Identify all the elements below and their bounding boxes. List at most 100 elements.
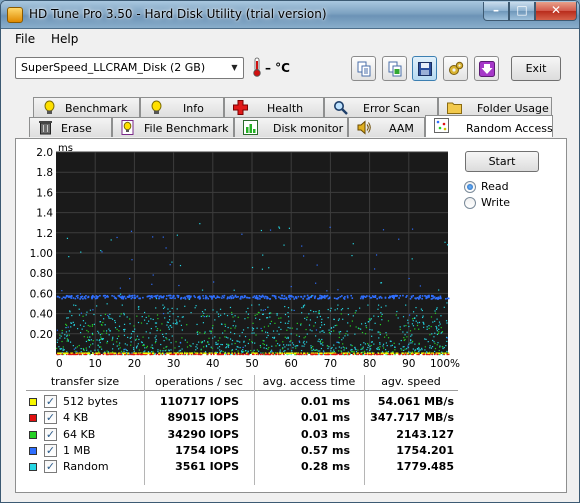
copy-text-button[interactable] — [351, 56, 376, 81]
random-point — [408, 325, 410, 328]
random-point — [399, 326, 401, 328]
random-point — [167, 326, 170, 328]
series-64kb-point — [393, 342, 395, 344]
series-4kb-point — [210, 353, 213, 356]
outlier-point — [382, 229, 385, 231]
series-64kb-point — [212, 324, 214, 327]
tab-aam[interactable]: AAM — [348, 117, 425, 137]
series-64kb-point — [138, 349, 140, 351]
random-point — [125, 352, 128, 354]
random-point — [317, 350, 319, 352]
series-64kb-point — [310, 348, 312, 350]
close-button[interactable]: ✕ — [535, 2, 577, 21]
header-speed: agv. speed — [364, 375, 458, 391]
tab-health[interactable]: Health — [224, 97, 324, 117]
minimize-button[interactable]: – — [483, 2, 509, 21]
random-point — [440, 332, 442, 334]
series-1mb-point — [190, 295, 192, 298]
write-radio-dot[interactable] — [464, 197, 476, 209]
outlier-point — [123, 350, 125, 352]
random-point — [260, 352, 262, 354]
write-radio[interactable]: Write — [464, 196, 554, 210]
tab-error-scan[interactable]: Error Scan — [324, 97, 438, 117]
series-64kb-point — [403, 336, 405, 339]
series-64kb-point — [101, 324, 103, 326]
random-point — [338, 331, 340, 333]
random-point — [97, 330, 99, 332]
tab-error-scan-label: Error Scan — [363, 102, 421, 115]
random-point — [311, 350, 313, 352]
outlier-point — [260, 229, 263, 232]
row-access: 0.28 ms — [301, 460, 350, 473]
download-button[interactable] — [474, 56, 499, 81]
series-checkbox[interactable]: ✓ — [44, 395, 57, 408]
tab-erase[interactable]: Erase — [29, 117, 112, 137]
random-point — [369, 349, 371, 352]
series-64kb-point — [91, 325, 94, 327]
random-point — [123, 334, 126, 336]
save-button[interactable] — [412, 56, 437, 81]
random-point — [398, 343, 400, 345]
series-64kb-point — [430, 325, 432, 328]
drive-select[interactable]: SuperSpeed_LLCRAM_Disk (2 GB) ▼ — [15, 57, 244, 79]
menu-help[interactable]: Help — [51, 32, 78, 46]
options-button[interactable] — [443, 56, 468, 81]
series-1mb-point — [283, 297, 285, 300]
title-bar[interactable]: HD Tune Pro 3.50 - Hard Disk Utility (tr… — [1, 1, 579, 29]
tab-info[interactable]: Info — [140, 97, 224, 117]
series-checkbox[interactable]: ✓ — [44, 444, 57, 457]
random-point — [382, 343, 385, 345]
random-point — [138, 308, 140, 310]
tab-disk-monitor[interactable]: Disk monitor — [234, 117, 348, 137]
row-access: 0.01 ms — [301, 411, 350, 424]
start-button[interactable]: Start — [465, 151, 539, 172]
random-point — [224, 325, 227, 327]
series-1mb-point — [294, 296, 297, 299]
copy-image-button[interactable] — [382, 56, 407, 81]
tab-random-access[interactable]: Random Access — [425, 115, 553, 137]
series-64kb-point — [68, 334, 70, 336]
outlier-point — [61, 290, 63, 292]
random-point — [235, 348, 237, 350]
series-64kb-point — [119, 347, 121, 349]
series-1mb-point — [165, 297, 168, 300]
outlier-point — [261, 268, 264, 270]
random-point — [214, 336, 216, 338]
read-radio-dot[interactable] — [464, 181, 476, 193]
random-point — [134, 328, 136, 330]
dropdown-arrow-icon[interactable]: ▼ — [226, 58, 243, 78]
series-512b-point — [402, 352, 404, 355]
series-512b-point — [86, 352, 88, 355]
row-ops: 3561 IOPS — [175, 460, 239, 473]
outlier-point — [352, 243, 354, 245]
random-point — [96, 339, 98, 341]
exit-button[interactable]: Exit — [511, 56, 561, 81]
random-point — [431, 333, 433, 335]
series-1mb-point — [362, 296, 365, 299]
series-64kb-point — [106, 342, 108, 344]
random-point — [59, 337, 61, 339]
series-checkbox[interactable]: ✓ — [44, 411, 57, 424]
random-point — [65, 331, 68, 333]
series-checkbox[interactable]: ✓ — [44, 428, 57, 441]
random-point — [396, 310, 398, 313]
series-64kb-point — [231, 311, 233, 314]
series-64kb-point — [61, 340, 63, 343]
series-64kb-point — [261, 330, 263, 332]
series-64kb-point — [92, 340, 94, 342]
series-64kb-point — [379, 323, 382, 326]
series-checkbox[interactable]: ✓ — [44, 460, 57, 473]
menu-file[interactable]: File — [15, 32, 35, 46]
random-point — [432, 339, 434, 342]
tab-folder-usage[interactable]: Folder Usage — [438, 97, 552, 117]
series-1mb-point — [133, 297, 136, 299]
series-64kb-point — [385, 351, 387, 353]
series-512b-point — [57, 352, 60, 355]
series-64kb-point — [268, 346, 270, 349]
random-point — [157, 349, 159, 351]
tab-file-benchmark[interactable]: File Benchmark — [112, 117, 234, 137]
read-radio[interactable]: Read — [464, 180, 554, 194]
random-point — [130, 341, 132, 343]
maximize-button[interactable]: □ — [509, 2, 535, 21]
tab-benchmark[interactable]: Benchmark — [33, 97, 140, 117]
